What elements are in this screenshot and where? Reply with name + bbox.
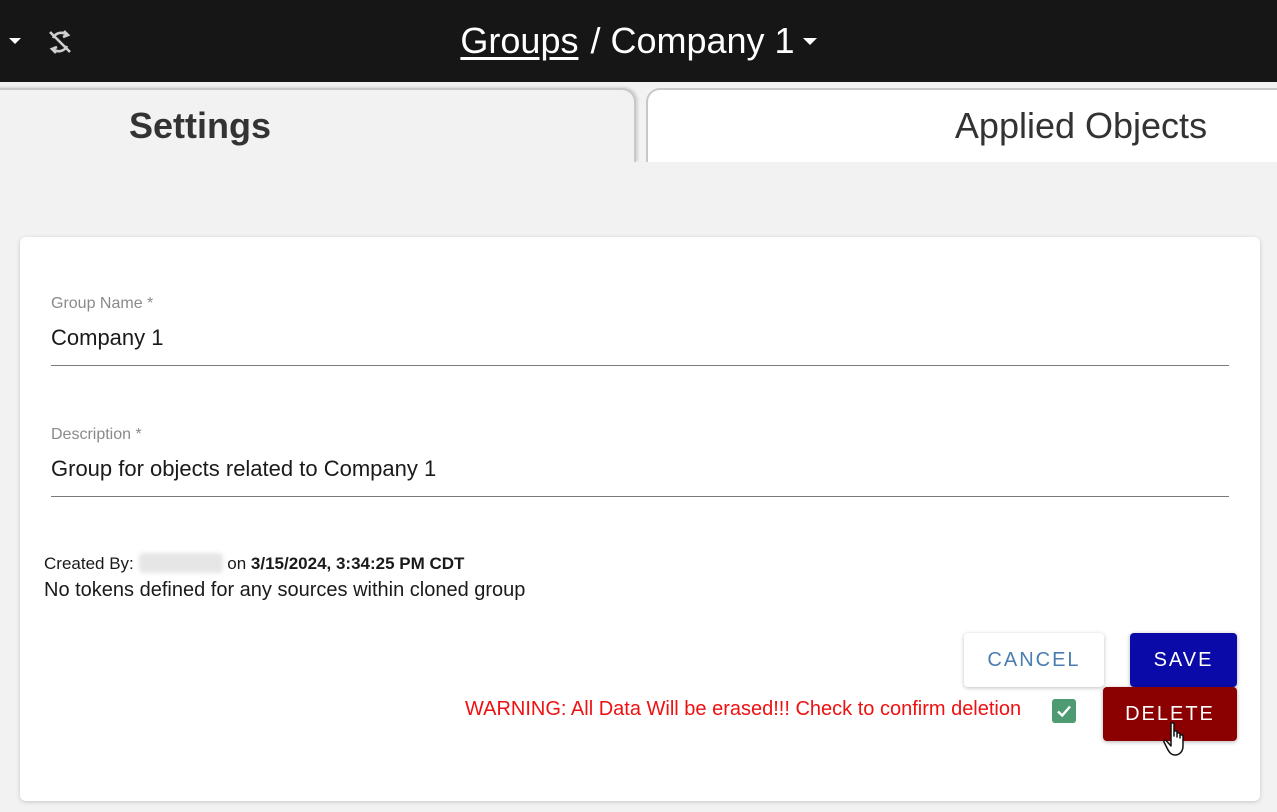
created-at: 3/15/2024, 3:34:25 PM CDT — [250, 554, 465, 573]
group-selector[interactable]: Company 1 — [610, 20, 817, 61]
breadcrumb-separator: / — [590, 20, 601, 61]
top-bar: Groups / Company 1 — [0, 0, 1277, 82]
group-name-underline — [51, 365, 1229, 366]
breadcrumb-groups-link[interactable]: Groups — [460, 20, 578, 61]
save-button[interactable]: SAVE — [1130, 633, 1237, 687]
redacted-username — [138, 553, 223, 573]
description-label: Description * — [51, 426, 142, 443]
tokens-note: No tokens defined for any sources within… — [44, 579, 526, 601]
created-by-info: Created By: on 3/15/2024, 3:34:25 PM CDT — [44, 553, 464, 574]
delete-warning: WARNING: All Data Will be erased!!! Chec… — [465, 698, 1022, 720]
tab-applied-objects[interactable]: Applied Objects — [646, 88, 1277, 162]
group-name-field: Group Name * — [51, 295, 1229, 367]
chevron-down-icon — [802, 37, 817, 45]
cancel-button[interactable]: CANCEL — [964, 633, 1104, 687]
description-field: Description * — [51, 426, 1229, 498]
tab-applied-objects-label: Applied Objects — [954, 105, 1208, 146]
tab-settings-label: Settings — [128, 105, 271, 146]
description-underline — [51, 496, 1229, 497]
checkmark-icon — [1057, 705, 1071, 718]
hand-cursor-icon — [1163, 722, 1184, 756]
confirm-delete-checkbox[interactable] — [1052, 699, 1076, 723]
group-name-label: Group Name * — [51, 295, 154, 312]
tab-settings[interactable]: Settings — [0, 88, 636, 162]
page-title: Groups / Company 1 — [0, 18, 1277, 64]
settings-card: Group Name * Description * Created By: o… — [20, 237, 1260, 801]
description-input[interactable] — [51, 452, 1229, 486]
created-by-label: Created By: — [44, 554, 134, 573]
current-group-label: Company 1 — [610, 20, 795, 61]
on-label: on — [227, 554, 247, 573]
group-name-input[interactable] — [51, 321, 1229, 355]
